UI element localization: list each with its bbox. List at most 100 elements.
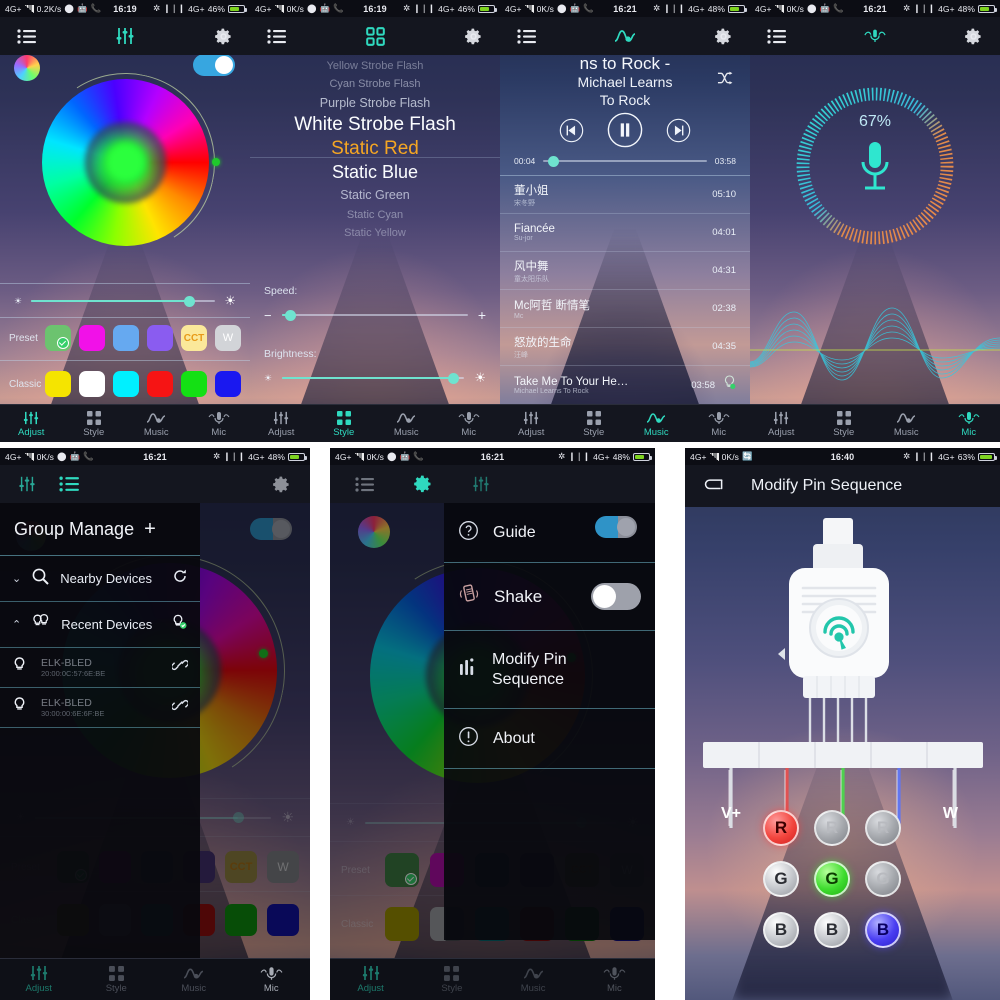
seek-slider[interactable] <box>543 155 707 167</box>
menu-item-modify-pin-sequence[interactable]: Modify Pin Sequence <box>444 631 655 709</box>
color-preview[interactable] <box>14 55 40 81</box>
list-icon[interactable] <box>266 25 288 47</box>
refresh-icon[interactable] <box>172 568 188 589</box>
minus-icon[interactable]: − <box>264 308 272 323</box>
mode-item[interactable]: Purple Strobe Flash <box>250 93 500 113</box>
nav-item-mic[interactable]: Mic <box>233 959 311 1000</box>
track-row[interactable]: Mc阿哲 断情笔 Mc 02:38 <box>500 290 750 328</box>
nav-item-style[interactable]: Style <box>813 405 876 442</box>
back-icon[interactable] <box>703 475 725 497</box>
nav-item-music[interactable]: Music <box>375 405 438 442</box>
track-row[interactable]: 董小姐 宋冬野 05:10 <box>500 176 750 214</box>
classic-swatch[interactable] <box>225 904 257 936</box>
pin-button-r3[interactable]: R <box>865 810 901 846</box>
nav-item-mic[interactable]: Mic <box>938 405 1000 442</box>
preset-swatch[interactable] <box>79 325 105 351</box>
classic-swatch[interactable] <box>147 371 173 397</box>
nav-item-mic[interactable]: Mic <box>574 959 655 1000</box>
menu-item-shake[interactable]: Shake <box>444 563 655 631</box>
nav-item-style[interactable]: Style <box>78 959 156 1000</box>
brightness-slider[interactable] <box>31 295 216 307</box>
track-row[interactable]: 风中舞 童太阳乐队 04:31 <box>500 252 750 290</box>
gear-icon[interactable] <box>962 25 984 47</box>
classic-swatch[interactable] <box>181 371 207 397</box>
mode-picker[interactable]: Yellow Strobe Flash Cyan Strobe Flash Pu… <box>250 57 500 242</box>
gear-icon[interactable] <box>712 25 734 47</box>
color-preview[interactable] <box>358 516 390 548</box>
classic-swatch[interactable] <box>79 371 105 397</box>
plus-icon[interactable]: + <box>478 307 486 323</box>
nav-item-style[interactable]: Style <box>63 405 126 442</box>
menu-item-about[interactable]: About <box>444 709 655 769</box>
track-row[interactable]: Take Me To Your He… Michael Learns To Ro… <box>500 366 750 404</box>
nav-item-adjust[interactable]: Adjust <box>250 405 313 442</box>
wheel-arc-knob[interactable] <box>259 649 268 658</box>
nav-item-mic[interactable]: Mic <box>438 405 501 442</box>
brightness-slider[interactable] <box>282 372 465 384</box>
classic-swatch[interactable] <box>113 371 139 397</box>
mode-item[interactable]: White Strobe Flash <box>250 113 500 137</box>
power-toggle[interactable] <box>193 54 235 76</box>
mode-item[interactable]: Static Green <box>250 184 500 206</box>
bulb-check-icon[interactable] <box>171 614 188 636</box>
nav-item-style[interactable]: Style <box>563 405 626 442</box>
gear-icon[interactable] <box>212 25 234 47</box>
speed-slider[interactable] <box>281 309 468 321</box>
nav-item-music[interactable]: Music <box>155 959 233 1000</box>
nav-item-adjust[interactable]: Adjust <box>0 959 78 1000</box>
section-recent-devices[interactable]: ⌃ Recent Devices <box>0 602 200 648</box>
nav-item-style[interactable]: Style <box>313 405 376 442</box>
nav-item-adjust[interactable]: Adjust <box>750 405 813 442</box>
mode-item[interactable]: Cyan Strobe Flash <box>250 75 500 93</box>
track-bulb-icon[interactable] <box>723 375 736 395</box>
chevron-up-icon[interactable]: ⌃ <box>12 618 21 631</box>
wheel-arc-knob[interactable] <box>212 158 220 166</box>
add-group-button[interactable]: + <box>144 518 156 541</box>
device-row[interactable]: ELK-BLED 20:00:0C:57:6E:BE <box>0 648 200 688</box>
track-row[interactable]: Fiancée Su-jor 04:01 <box>500 214 750 252</box>
mic-icon[interactable] <box>864 25 886 47</box>
preset-swatch-cct[interactable]: CCT <box>225 851 257 883</box>
nav-item-music[interactable]: Music <box>875 405 938 442</box>
preset-swatch-white[interactable]: W <box>215 325 241 351</box>
pin-button-r1[interactable]: R <box>763 810 799 846</box>
sliders-icon[interactable] <box>114 25 136 47</box>
sliders-icon[interactable] <box>16 473 38 495</box>
nav-item-adjust[interactable]: Adjust <box>0 405 63 442</box>
mode-item[interactable]: Static Blue <box>250 161 500 184</box>
shake-toggle[interactable] <box>591 583 641 610</box>
link-icon[interactable] <box>170 698 190 717</box>
pin-button-g1[interactable]: G <box>763 861 799 897</box>
nav-item-style[interactable]: Style <box>411 959 492 1000</box>
nav-item-adjust[interactable]: Adjust <box>500 405 563 442</box>
mode-item[interactable]: Yellow Strobe Flash <box>250 57 500 75</box>
preset-swatch[interactable] <box>113 325 139 351</box>
pin-button-b1[interactable]: B <box>763 912 799 948</box>
pause-button[interactable] <box>607 112 643 153</box>
preset-swatch[interactable] <box>385 853 419 887</box>
pin-button-g3[interactable]: G <box>865 861 901 897</box>
preset-swatch-cct[interactable]: CCT <box>181 325 207 351</box>
list-icon[interactable] <box>766 25 788 47</box>
list-icon[interactable] <box>354 473 376 495</box>
gear-icon[interactable] <box>270 473 292 495</box>
classic-swatch[interactable] <box>267 904 299 936</box>
nav-item-mic[interactable]: Mic <box>188 405 251 442</box>
gear-icon[interactable] <box>462 25 484 47</box>
mode-item[interactable]: Static Cyan <box>250 206 500 224</box>
sliders-icon[interactable] <box>470 473 492 495</box>
classic-swatch[interactable] <box>385 907 419 941</box>
preset-swatch[interactable] <box>147 325 173 351</box>
preset-swatch[interactable] <box>45 325 71 351</box>
pin-button-b3[interactable]: B <box>865 912 901 948</box>
classic-swatch[interactable] <box>215 371 241 397</box>
nav-item-mic[interactable]: Mic <box>688 405 751 442</box>
nav-item-music[interactable]: Music <box>125 405 188 442</box>
track-list[interactable]: 董小姐 宋冬野 05:10 Fiancée Su-jor 04:01 风中舞 童… <box>500 176 750 404</box>
list-icon[interactable] <box>16 25 38 47</box>
list-icon[interactable] <box>516 25 538 47</box>
device-row[interactable]: ELK-BLED 30:00:00:6E:6F:BE <box>0 688 200 728</box>
mode-item[interactable]: Static Yellow <box>250 224 500 242</box>
chevron-down-icon[interactable]: ⌄ <box>12 572 21 585</box>
pin-button-b2[interactable]: B <box>814 912 850 948</box>
